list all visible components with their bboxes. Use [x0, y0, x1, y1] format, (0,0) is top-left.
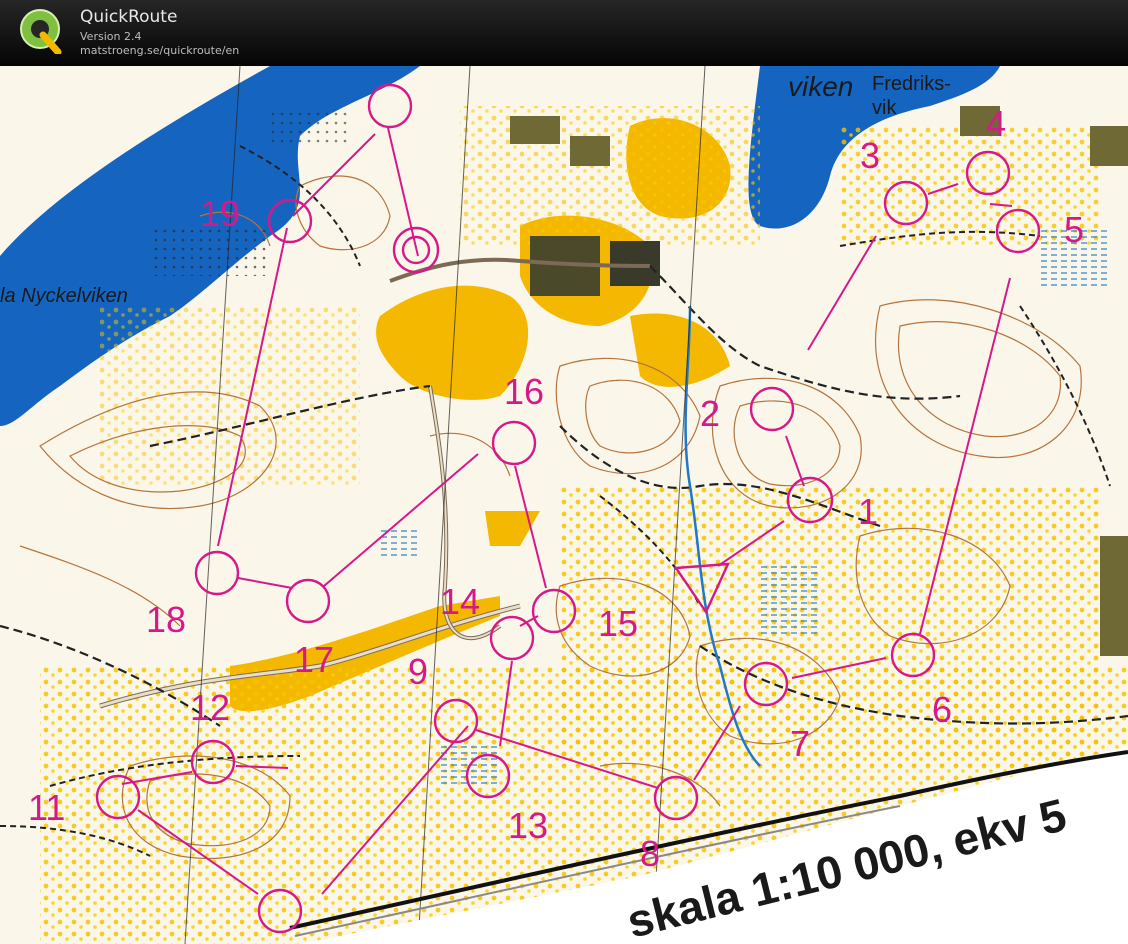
control-number-15: 15: [598, 603, 638, 644]
control-number-16: 16: [504, 371, 544, 412]
control-number-19: 19: [200, 193, 240, 234]
control-number-13: 13: [508, 805, 548, 846]
control-number-9: 9: [408, 651, 428, 692]
control-number-4: 4: [986, 103, 1006, 144]
app-url[interactable]: matstroeng.se/quickroute/en: [80, 44, 239, 57]
control-number-5: 5: [1064, 209, 1084, 250]
control-number-1: 1: [858, 491, 878, 532]
place-name-fredriksvik-line2: vik: [872, 97, 897, 119]
control-number-18: 18: [146, 599, 186, 640]
control-number-11: 11: [28, 787, 65, 828]
orienteering-map[interactable]: 1 2 3 4 5 6 7 8 9 11 12 13 14 15 16 17 1…: [0, 66, 1128, 944]
control-number-3: 3: [860, 135, 880, 176]
control-number-17: 17: [294, 639, 334, 680]
control-number-14: 14: [440, 581, 480, 622]
quickroute-logo-icon: [20, 9, 62, 54]
place-name-nyckelviken: la Nyckelviken: [0, 285, 128, 307]
place-name-viken: viken: [788, 71, 853, 102]
app-title: QuickRoute: [80, 7, 178, 27]
app-version: Version 2.4: [80, 30, 142, 43]
place-name-fredriksvik-line1: Fredriks-: [872, 73, 951, 95]
quickroute-window: QuickRoute Version 2.4 matstroeng.se/qui…: [0, 0, 1128, 944]
orienteering-map-view[interactable]: 1 2 3 4 5 6 7 8 9 11 12 13 14 15 16 17 1…: [0, 66, 1128, 944]
control-number-6: 6: [932, 689, 952, 730]
control-number-8: 8: [640, 833, 660, 874]
title-bar: QuickRoute Version 2.4 matstroeng.se/qui…: [0, 0, 1128, 67]
control-number-7: 7: [790, 723, 810, 764]
control-number-12: 12: [190, 687, 230, 728]
control-number-2: 2: [700, 393, 720, 434]
knoll-dots: [270, 106, 350, 146]
